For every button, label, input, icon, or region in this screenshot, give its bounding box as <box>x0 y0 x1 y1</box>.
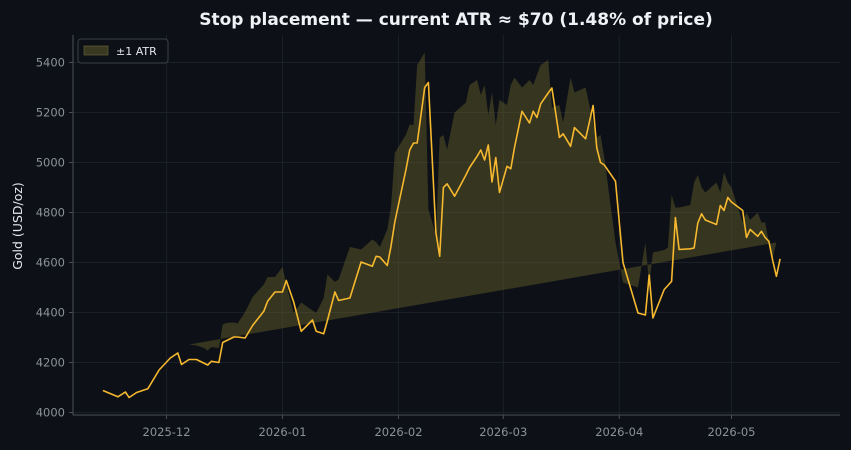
y-tick-label: 5000 <box>36 156 65 170</box>
y-tick-label: 5400 <box>36 56 65 70</box>
x-tick-label: 2026-04 <box>595 425 643 439</box>
y-tick-label: 4400 <box>36 306 65 320</box>
x-tick-label: 2026-01 <box>258 425 306 439</box>
legend: ±1 ATR <box>77 38 169 64</box>
y-tick-label: 4000 <box>36 406 65 420</box>
legend-label: ±1 ATR <box>116 45 157 58</box>
y-tick-label: 4600 <box>36 256 65 270</box>
y-tick-label: 4200 <box>36 356 65 370</box>
x-tick-label: 2026-03 <box>479 425 527 439</box>
x-tick-label: 2026-02 <box>374 425 422 439</box>
y-tick-label: 5200 <box>36 106 65 120</box>
x-tick-label: 2026-05 <box>707 425 755 439</box>
chart-title: Stop placement — current ATR ≈ $70 (1.48… <box>199 10 713 30</box>
x-tick-label: 2025-12 <box>143 425 191 439</box>
chart-svg: Stop placement — current ATR ≈ $70 (1.48… <box>0 0 851 450</box>
y-tick-label: 4800 <box>36 206 65 220</box>
y-axis-label: Gold (USD/oz) <box>10 182 25 270</box>
legend-swatch <box>83 45 109 56</box>
